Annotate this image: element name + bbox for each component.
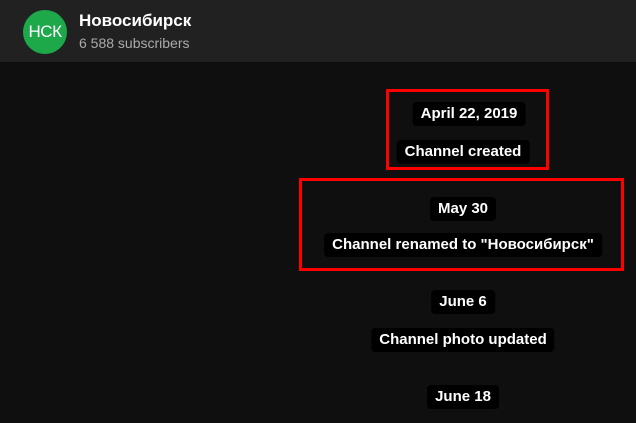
channel-header: НСК Новосибирск 6 588 subscribers [0,0,636,62]
timeline-date: April 22, 2019 [412,102,526,126]
channel-history-timeline: April 22, 2019 Channel created May 30 Ch… [0,62,636,423]
timeline-date: June 18 [427,385,499,409]
highlight-box-renamed [299,178,624,271]
subscriber-count: 6 588 subscribers [79,35,190,51]
timeline-date: May 30 [429,197,497,221]
timeline-event: Channel created [396,140,530,164]
timeline-event: Channel renamed to "Новосибирск" [324,233,602,257]
timeline-event: Channel photo updated [371,328,555,352]
timeline-date: June 6 [431,290,495,314]
channel-name[interactable]: Новосибирск [79,11,191,31]
channel-avatar[interactable]: НСК [23,10,67,54]
